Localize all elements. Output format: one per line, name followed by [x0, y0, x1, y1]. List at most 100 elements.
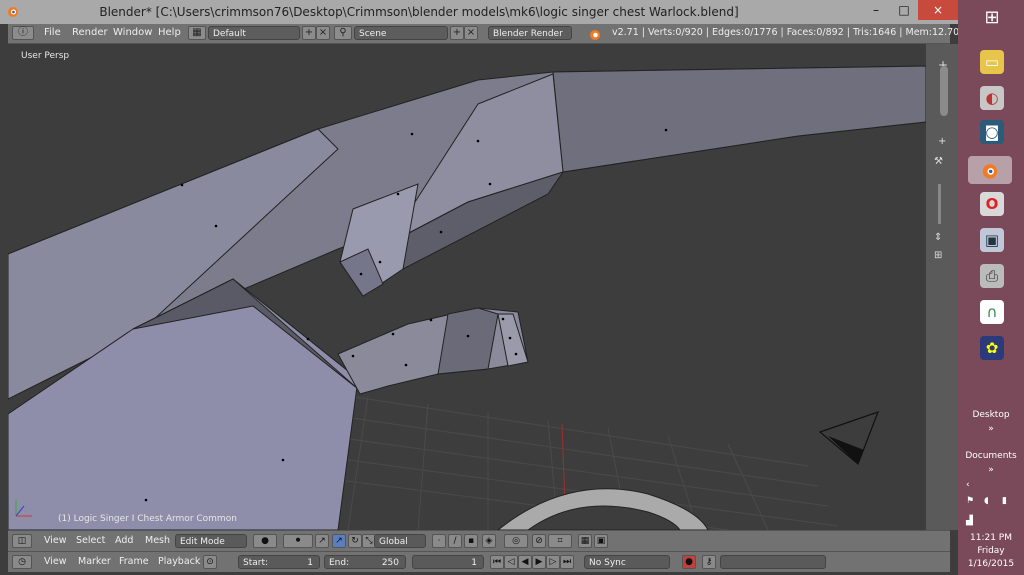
add-scene-icon[interactable]: +	[450, 26, 464, 40]
edge-select-icon[interactable]: /	[448, 534, 462, 548]
viewport-side-strip: + + ⚒ ⇕ ⊞	[926, 44, 958, 530]
printer-icon[interactable]: ⎙	[980, 264, 1004, 288]
menu-frame[interactable]: Frame	[119, 556, 149, 567]
rotate-icon[interactable]: ↻	[348, 534, 362, 548]
menu-timeline-view[interactable]: View	[44, 556, 67, 567]
wrench-icon[interactable]: ⚒	[934, 156, 943, 167]
menu-select[interactable]: Select	[76, 535, 105, 546]
notification-arrow-icon[interactable]: ‹	[958, 480, 970, 490]
desktop-expand-icon[interactable]: »	[958, 424, 1024, 434]
jump-start-icon[interactable]: ⏮	[490, 555, 504, 569]
add-layout-icon[interactable]: +	[302, 26, 316, 40]
pan-icon[interactable]: ⇕	[934, 232, 942, 243]
orientation-select[interactable]: Global	[374, 534, 426, 548]
menu-add[interactable]: Add	[115, 535, 133, 546]
occlude-icon[interactable]: ◈	[482, 534, 496, 548]
clock-day: Friday	[977, 546, 1005, 556]
snap-element-icon[interactable]: ⌗	[548, 534, 572, 548]
keying-set-field[interactable]	[720, 555, 826, 569]
menu-render[interactable]: Render	[72, 27, 108, 38]
blender-version-icon	[590, 30, 600, 40]
armor-tentacle	[337, 307, 529, 395]
render-preview-icon[interactable]: ▦	[578, 534, 592, 548]
prev-keyframe-icon[interactable]: ◁	[504, 555, 518, 569]
view-icon[interactable]: ⊞	[934, 250, 942, 261]
sync-mode-select[interactable]: No Sync	[584, 555, 670, 569]
play-icon[interactable]: ▶	[532, 555, 546, 569]
app-dark-icon[interactable]: ◙	[980, 120, 1004, 144]
timeline-header: ◷ View Marker Frame Playback ⊙ Start: 1 …	[8, 551, 950, 572]
remove-scene-icon[interactable]: ×	[464, 26, 478, 40]
jump-end-icon[interactable]: ⏭	[560, 555, 574, 569]
end-frame-value: 250	[381, 558, 399, 568]
scene-icon[interactable]: ⚲	[334, 26, 352, 40]
end-frame-field[interactable]: End: 250	[324, 555, 406, 569]
active-object-label: (1) Logic Singer I Chest Armor Common	[58, 514, 237, 524]
render-engine-select[interactable]: Blender Render	[488, 26, 572, 40]
editor-type-timeline-icon[interactable]: ◷	[12, 555, 32, 569]
close-button[interactable]: ×	[918, 0, 958, 20]
window-title: Blender* [C:\Users\crimmson76\Desktop\Cr…	[99, 5, 739, 19]
camera-object[interactable]	[818, 411, 880, 466]
preview-range-icon[interactable]: ⊙	[203, 555, 217, 569]
plus-icon[interactable]: +	[938, 136, 946, 147]
camera-render-icon[interactable]: ▣	[594, 534, 608, 548]
app-green-icon[interactable]: ∩	[980, 300, 1004, 324]
desktop-toolbar-label[interactable]: Desktop	[958, 410, 1024, 420]
camera-lens	[828, 436, 864, 464]
minimize-button[interactable]: –	[862, 0, 890, 20]
next-keyframe-icon[interactable]: ▷	[546, 555, 560, 569]
opera-icon[interactable]: O	[980, 192, 1004, 216]
mesh-render[interactable]	[8, 44, 926, 530]
menu-view[interactable]: View	[44, 535, 67, 546]
axis-gizmo-icon	[15, 500, 32, 517]
power-icon[interactable]: ▮	[958, 496, 1007, 506]
menu-playback[interactable]: Playback	[158, 556, 200, 567]
armor-side-face	[552, 65, 926, 173]
windows-start-icon[interactable]: ⊞	[980, 6, 1004, 30]
vertical-scrollbar[interactable]	[940, 66, 948, 116]
file-explorer-icon[interactable]: ▭	[980, 50, 1004, 74]
documents-expand-icon[interactable]: »	[958, 465, 1024, 475]
view-mode-label: User Persp	[21, 51, 70, 61]
editor-type-info-icon[interactable]: ⓘ	[12, 26, 34, 40]
blender-taskbar-icon[interactable]	[968, 156, 1012, 184]
menu-help[interactable]: Help	[158, 27, 181, 38]
screen-layout-icon[interactable]: ▦	[188, 26, 206, 40]
monitor-icon[interactable]: ▣	[980, 228, 1004, 252]
title-bar: Blender* [C:\Users\crimmson76\Desktop\Cr…	[0, 0, 958, 24]
menu-file[interactable]: File	[44, 27, 61, 38]
screen-layout-field[interactable]: Default	[208, 26, 300, 40]
proportional-edit-icon[interactable]: ◎	[504, 534, 528, 548]
clock-time[interactable]: 11:21 PM	[958, 533, 1024, 543]
menu-marker[interactable]: Marker	[78, 556, 111, 567]
mode-select[interactable]: Edit Mode	[175, 534, 247, 548]
clock-date: 1/16/2015	[967, 559, 1015, 569]
face-select-icon[interactable]: ▪	[464, 534, 478, 548]
editor-type-3dview-icon[interactable]: ◫	[12, 534, 32, 548]
info-header: ⓘ File Render Window Help ▦ Default + × …	[8, 24, 1024, 44]
menu-mesh[interactable]: Mesh	[145, 535, 170, 546]
current-frame-field[interactable]: 1	[412, 555, 484, 569]
network-icon[interactable]: ▟	[958, 516, 973, 526]
keying-set-icon[interactable]: ⚷	[702, 555, 716, 569]
pivot-icon[interactable]: ⚫	[283, 534, 313, 548]
snap-icon[interactable]: ⊘	[532, 534, 546, 548]
maximize-button[interactable]: □	[890, 0, 918, 20]
record-icon[interactable]: ●	[682, 555, 696, 569]
app-icon[interactable]: ◐	[980, 86, 1004, 110]
shading-icon[interactable]: ●	[253, 534, 277, 548]
scene-field[interactable]: Scene	[354, 26, 448, 40]
play-reverse-icon[interactable]: ◀	[518, 555, 532, 569]
vertex-select-icon[interactable]: ·	[432, 534, 446, 548]
menu-window[interactable]: Window	[113, 27, 152, 38]
end-frame-label: End:	[329, 558, 350, 568]
remove-layout-icon[interactable]: ×	[316, 26, 330, 40]
translate-icon[interactable]: ↗	[332, 534, 346, 548]
app-blue-icon[interactable]: ✿	[980, 336, 1004, 360]
documents-toolbar-label[interactable]: Documents	[958, 451, 1024, 461]
3d-viewport[interactable]: User Persp (1) Logic Singer I Chest Armo…	[8, 44, 926, 530]
manipulator-icon[interactable]: ↗	[315, 534, 329, 548]
zoom-slider[interactable]	[938, 184, 941, 224]
start-frame-field[interactable]: Start: 1	[238, 555, 320, 569]
